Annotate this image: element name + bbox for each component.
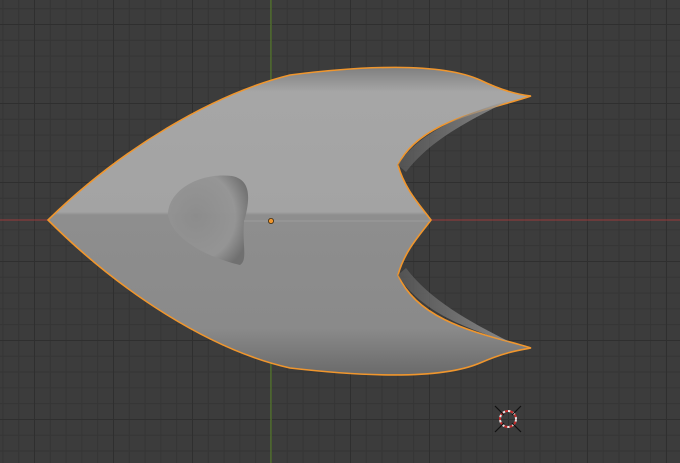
3d-viewport[interactable] bbox=[0, 0, 680, 463]
viewport-canvas bbox=[0, 0, 680, 463]
object-origin-icon[interactable] bbox=[267, 217, 274, 224]
3d-cursor-icon[interactable] bbox=[494, 405, 522, 433]
